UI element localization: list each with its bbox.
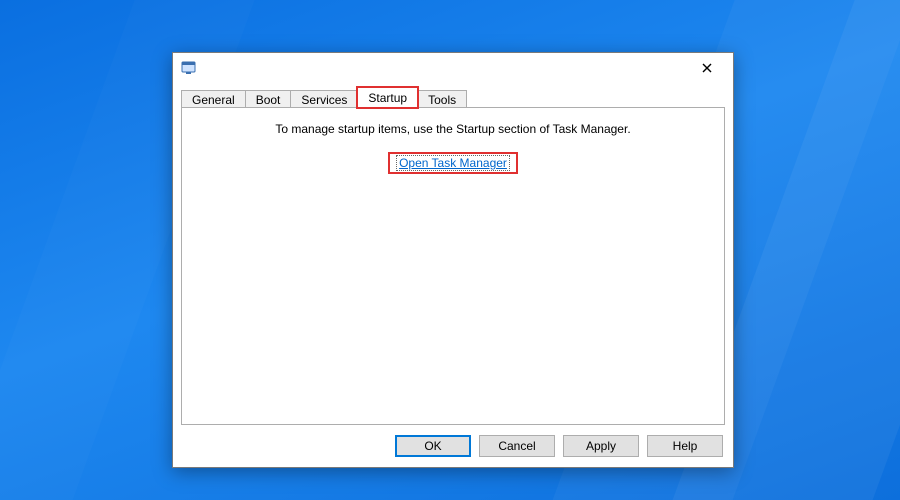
app-icon bbox=[181, 60, 197, 76]
apply-button[interactable]: Apply bbox=[563, 435, 639, 457]
startup-instruction-text: To manage startup items, use the Startup… bbox=[182, 122, 724, 136]
tab-strip: General Boot Services Startup Tools bbox=[181, 85, 725, 107]
open-task-manager-highlight: Open Task Manager bbox=[390, 154, 516, 172]
cancel-button[interactable]: Cancel bbox=[479, 435, 555, 457]
msconfig-window: General Boot Services Startup Tools To m… bbox=[172, 52, 734, 468]
close-icon bbox=[702, 63, 712, 73]
desktop-background: General Boot Services Startup Tools To m… bbox=[0, 0, 900, 500]
ok-button[interactable]: OK bbox=[395, 435, 471, 457]
close-button[interactable] bbox=[687, 54, 727, 82]
open-task-manager-link[interactable]: Open Task Manager bbox=[396, 155, 510, 171]
titlebar bbox=[173, 53, 733, 83]
tab-startup[interactable]: Startup bbox=[357, 87, 418, 108]
help-button[interactable]: Help bbox=[647, 435, 723, 457]
startup-tab-panel: To manage startup items, use the Startup… bbox=[181, 107, 725, 425]
dialog-button-row: OK Cancel Apply Help bbox=[181, 425, 725, 459]
